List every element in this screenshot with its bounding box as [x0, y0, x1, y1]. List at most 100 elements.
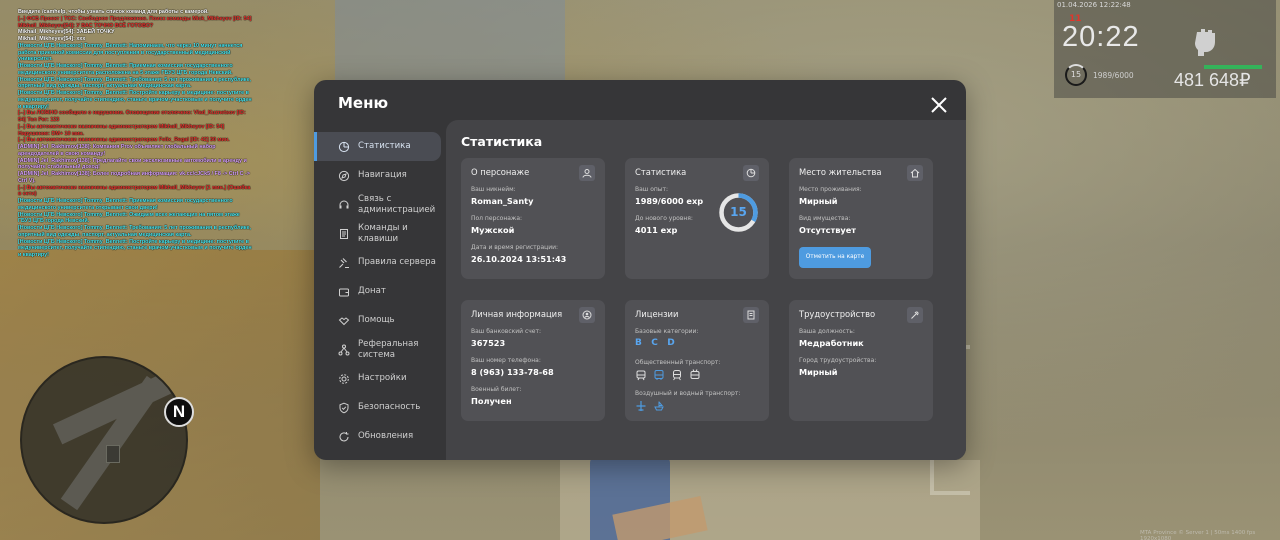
health-bar	[1204, 65, 1262, 69]
sidebar-item-label: Помощь	[358, 315, 395, 326]
sidebar-item-donate[interactable]: Донат	[314, 277, 446, 306]
chat-line: Mikhail_Mikheyev[54]: ххх	[18, 36, 86, 42]
menu-sidebar: Статистика Навигация Связь с администрацие…	[314, 132, 446, 451]
card-personal-info: Личная информация Ваш банковский счет: 3…	[461, 300, 605, 421]
sidebar-item-help[interactable]: Помощь	[314, 306, 446, 335]
air-water-transport-label: Воздушный и водный транспорт:	[635, 390, 741, 397]
hud-level: 15	[1070, 70, 1082, 79]
hud-date: 01.04.2026 12:22:48	[1057, 1, 1131, 9]
sidebar-item-label: Команды и клавиши	[358, 223, 408, 244]
chat-line: [--] Вы автоматически назначены админист…	[18, 184, 251, 198]
bank-value: 367523	[471, 338, 506, 348]
background-door	[335, 0, 565, 90]
sidebar-item-security[interactable]: Безопасность	[314, 393, 446, 422]
chat-line: [ADMIN] Jel_Rakhimov[138]: Компания Prov…	[18, 144, 216, 157]
tram-icon	[636, 370, 646, 381]
sidebar-item-label: Навигация	[358, 170, 407, 181]
chat-line: [Новости ЦГБ Невского] Tommy_Bennett: По…	[18, 90, 252, 110]
card-title: Трудоустройство	[799, 309, 876, 319]
refresh-icon	[339, 431, 349, 441]
pie-chart-icon	[743, 165, 759, 181]
card-title: Лицензии	[635, 309, 679, 319]
work-city-label: Город трудоустройства:	[799, 357, 877, 364]
fist-icon	[1195, 29, 1215, 56]
military-label: Военный билет:	[471, 386, 522, 393]
sidebar-item-navigation[interactable]: Навигация	[314, 161, 446, 190]
sidebar-item-commands[interactable]: Команды и клавиши	[314, 219, 446, 248]
chat-line: [--] ФСБ Проект | ТСС: Свободное Предлож…	[18, 15, 252, 22]
stats-content: Статистика О персонаже Ваш никнейм: Roma…	[446, 120, 966, 460]
sidebar-item-stats[interactable]: Статистика	[314, 132, 441, 161]
sidebar-item-label: Обновления	[358, 431, 414, 442]
card-statistics: Статистика Ваш опыт: 1989/6000 exp До но…	[625, 158, 769, 279]
train-icon	[673, 370, 681, 381]
minimap[interactable]	[20, 356, 188, 524]
wallet-icon	[339, 288, 349, 296]
sidebar-item-label: Безопасность	[358, 402, 421, 413]
chat-line: [Новости ЦГБ Невского] Tommy_Bennett: Пр…	[18, 198, 233, 211]
sidebar-item-label: Связь с администрацией	[358, 194, 436, 215]
tools-icon	[907, 307, 923, 323]
public-transport-label: Общественный транспорт:	[635, 359, 721, 366]
card-title: Статистика	[635, 167, 687, 177]
sidebar-item-referral[interactable]: Реферальная система	[314, 335, 446, 364]
menu-window: Меню Статистика Навигация Связь с админист…	[314, 80, 966, 460]
reg-label: Дата и время регистрации:	[471, 244, 559, 251]
chat-line: [Новости ЦГБ Невского] Tommy_Bennett: Ож…	[18, 211, 240, 225]
gear-icon	[339, 373, 349, 384]
trolleybus-icon	[690, 369, 700, 379]
sidebar-item-settings[interactable]: Настройки	[314, 364, 446, 393]
chat-line: [Новости ЦГБ Невского] Tommy_Bennett: По…	[18, 238, 252, 259]
license-categories: B C D	[635, 338, 675, 348]
sidebar-item-label: Донат	[358, 286, 386, 297]
sidebar-item-rules[interactable]: Правила сервера	[314, 248, 446, 277]
phone-value: 8 (963) 133-78-68	[471, 367, 554, 377]
compass-icon	[338, 170, 350, 181]
network-icon	[338, 344, 350, 355]
category-d: D	[667, 338, 675, 348]
card-title: Личная информация	[471, 309, 563, 319]
sidebar-item-admin[interactable]: Связь с администрацией	[314, 190, 446, 219]
base-categories-label: Базовые категории:	[635, 328, 699, 335]
menu-title: Меню	[338, 94, 389, 112]
card-title: О персонаже	[471, 167, 530, 177]
card-employment: Трудоустройство Ваша должность: Медработ…	[789, 300, 933, 421]
document-icon	[340, 228, 348, 239]
sidebar-item-label: Реферальная система	[358, 339, 419, 360]
chat-line: [Новости ЦГБ Невского] Tommy_Bennett: Пр…	[18, 63, 233, 76]
exp-label: Ваш опыт:	[635, 186, 669, 193]
user-icon	[579, 165, 595, 181]
mark-on-map-button[interactable]: Отметить на карте	[799, 247, 871, 268]
boat-icon	[654, 401, 664, 411]
property-label: Вид имущества:	[799, 215, 851, 222]
place-label: Место проживания:	[799, 186, 862, 193]
chat-log: Введите /camhelp, чтобы узнать список ко…	[18, 9, 254, 259]
hud-clock: 20:22	[1062, 21, 1140, 53]
chat-line: Mikhail_Mikheyev[54]: ЗАБЕЙ ТОЧКУ	[18, 29, 115, 36]
place-value: Мирный	[799, 196, 838, 206]
sidebar-item-label: Настройки	[358, 373, 407, 384]
card-title: Место жительства	[799, 167, 882, 177]
nick-value: Roman_Santy	[471, 196, 534, 206]
sidebar-item-updates[interactable]: Обновления	[314, 422, 446, 451]
military-value: Получен	[471, 396, 512, 406]
position-label: Ваша должность:	[799, 328, 855, 335]
level-value: 15	[730, 205, 747, 219]
hud-exp: 1989/6000	[1093, 71, 1134, 80]
hud-money: 481 648₽	[1174, 70, 1251, 90]
category-c: C	[651, 338, 658, 348]
exp-value: 1989/6000 exp	[635, 196, 704, 206]
page-title: Статистика	[461, 134, 543, 149]
gavel-icon	[339, 257, 349, 268]
phone-label: Ваш номер телефона:	[471, 357, 541, 364]
chat-line: Введите /camhelp, чтобы узнать список ко…	[18, 9, 209, 15]
gender-label: Пол персонажа:	[471, 215, 523, 222]
position-value: Медработник	[799, 338, 864, 348]
headset-icon	[339, 200, 349, 208]
gender-value: Мужской	[471, 225, 515, 235]
chat-line: [Новости ЦГБ Невского] Tommy_Bennett: На…	[18, 42, 243, 63]
close-icon[interactable]	[930, 96, 948, 114]
chat-line: [--] Вы автоматически назначены админист…	[18, 137, 230, 144]
license-icon	[743, 307, 759, 323]
card-residence: Место жительства Место проживания: Мирны…	[789, 158, 933, 279]
